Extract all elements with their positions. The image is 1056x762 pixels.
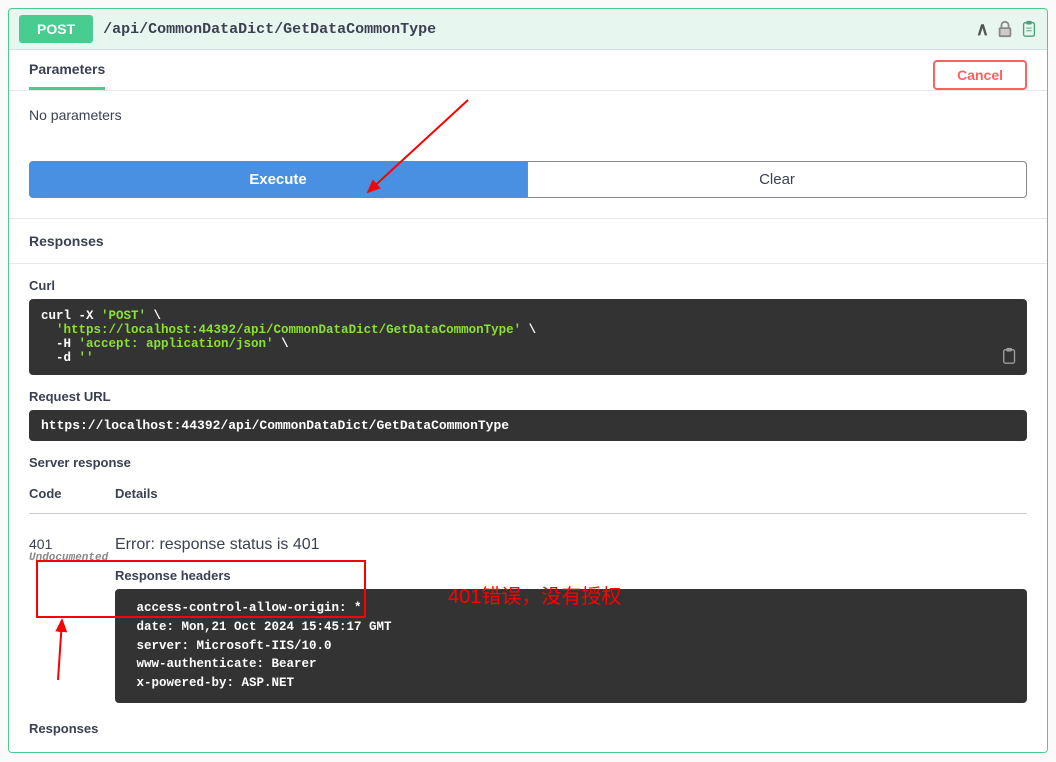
curl-code-block: curl -X 'POST' \ 'https://localhost:4439…	[29, 299, 1027, 375]
response-headers-label: Response headers	[115, 568, 1027, 583]
undocumented-label: Undocumented	[29, 552, 115, 564]
collapse-icon[interactable]: ∧	[976, 19, 989, 40]
parameters-section-bar: Parameters Cancel	[9, 49, 1047, 90]
server-response-label: Server response	[29, 441, 1027, 476]
copy-curl-icon[interactable]	[1001, 347, 1019, 369]
parameters-body: No parameters Execute Clear	[9, 90, 1047, 218]
error-message: Error: response status is 401	[115, 536, 1027, 554]
status-code: 401	[29, 536, 115, 552]
method-badge: POST	[19, 15, 93, 43]
paste-icon[interactable]	[1021, 20, 1037, 38]
response-table-header: Code Details	[29, 476, 1027, 514]
endpoint-panel: POST /api/CommonDataDict/GetDataCommonTy…	[8, 8, 1048, 753]
lock-icon[interactable]	[997, 20, 1013, 38]
request-url-value: https://localhost:44392/api/CommonDataDi…	[29, 410, 1027, 441]
request-url-label: Request URL	[29, 375, 1027, 410]
responses-body: Curl curl -X 'POST' \ 'https://localhost…	[9, 263, 1047, 752]
curl-label: Curl	[29, 264, 1027, 299]
endpoint-header[interactable]: POST /api/CommonDataDict/GetDataCommonTy…	[9, 9, 1047, 49]
response-headers-block: access-control-allow-origin: * date: Mon…	[115, 589, 1027, 703]
code-column-header: Code	[29, 486, 115, 501]
cancel-button[interactable]: Cancel	[933, 60, 1027, 90]
clear-button[interactable]: Clear	[527, 161, 1027, 198]
no-parameters-text: No parameters	[29, 107, 1027, 123]
responses-header: Responses	[9, 218, 1047, 263]
parameters-title: Parameters	[29, 61, 105, 90]
responses-footer-label: Responses	[29, 703, 1027, 742]
details-column-header: Details	[115, 486, 1027, 501]
execute-button[interactable]: Execute	[29, 161, 527, 198]
endpoint-path: /api/CommonDataDict/GetDataCommonType	[103, 21, 966, 38]
response-row: 401 Undocumented Error: response status …	[29, 514, 1027, 703]
